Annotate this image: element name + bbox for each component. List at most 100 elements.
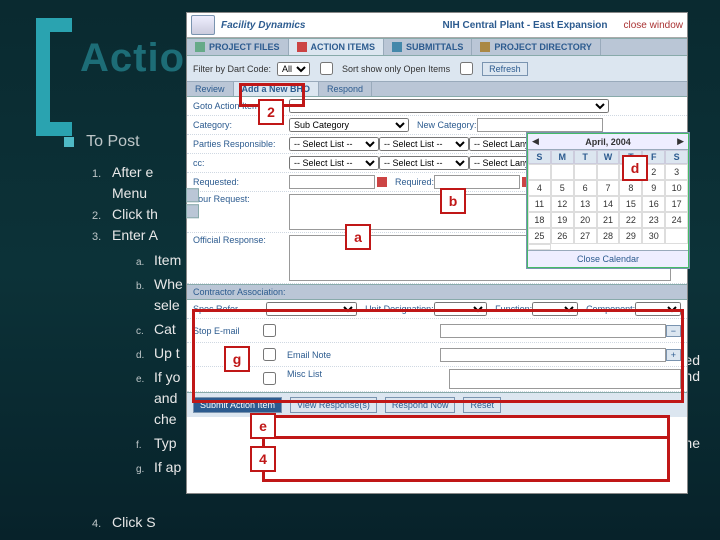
- bracket-left-icon: [36, 18, 72, 136]
- label-parties-responsible: Parties Responsible:: [193, 139, 289, 149]
- callout-2: 2: [258, 99, 284, 125]
- calendar-day-cell[interactable]: 8: [619, 180, 642, 196]
- folder-icon: [195, 42, 205, 52]
- calendar-day-cell: [528, 164, 551, 180]
- callout-4: 4: [250, 446, 276, 472]
- tab-action-items[interactable]: ACTION ITEMS: [289, 39, 385, 55]
- slide-stage: Action To Post 1.After e Menu 2.Click th…: [0, 0, 720, 540]
- refresh-button[interactable]: Refresh: [482, 62, 528, 76]
- calendar-day-cell[interactable]: 18: [528, 212, 551, 228]
- open-items-checkbox[interactable]: [320, 62, 333, 75]
- calendar-day-cell[interactable]: 4: [528, 180, 551, 196]
- calendar-day-cell[interactable]: 12: [551, 196, 574, 212]
- open-items-checkbox-2[interactable]: [460, 62, 473, 75]
- select-parties-1[interactable]: -- Select List --: [289, 137, 379, 151]
- label-requested: Requested:: [193, 177, 289, 187]
- select-parties-2[interactable]: -- Select List --: [379, 137, 469, 151]
- label-your-request: Your Request:: [193, 194, 289, 204]
- calendar-day-header: T: [574, 150, 597, 164]
- section-contractor-assoc: Contractor Association:: [193, 287, 286, 297]
- calendar-prev-icon[interactable]: ◀: [532, 136, 539, 147]
- project-title: NIH Central Plant - East Expansion: [442, 20, 607, 31]
- label-official-response: Official Response:: [193, 235, 289, 245]
- tab-project-files[interactable]: PROJECT FILES: [187, 39, 289, 55]
- calendar-day-cell[interactable]: 22: [619, 212, 642, 228]
- vertical-tab-1[interactable]: [186, 188, 199, 202]
- calendar-day-cell[interactable]: 24: [665, 212, 688, 228]
- filter-label: Filter by Dart Code:: [193, 64, 271, 74]
- calendar-day-cell[interactable]: 21: [597, 212, 620, 228]
- calendar-day-cell[interactable]: 25: [528, 228, 551, 244]
- calendar-day-header: M: [551, 150, 574, 164]
- brand-text: Facility Dynamics: [221, 20, 305, 31]
- calendar-day-header: W: [597, 150, 620, 164]
- callout-g: g: [224, 346, 250, 372]
- calendar-day-cell[interactable]: 9: [642, 180, 665, 196]
- input-requested-date[interactable]: [289, 175, 375, 189]
- flag-icon: [297, 42, 307, 52]
- calendar-next-icon[interactable]: ▶: [677, 136, 684, 147]
- vertical-tab-2[interactable]: [186, 204, 199, 218]
- calendar-popup: ◀ April, 2004 ▶ SMTWTFS12345678910111213…: [527, 133, 689, 268]
- vertical-tab-strip: [186, 188, 199, 220]
- date-clear-icon[interactable]: [377, 177, 387, 187]
- calendar-day-cell: [665, 228, 688, 244]
- calendar-day-cell[interactable]: 29: [619, 228, 642, 244]
- app-headerbar: Facility Dynamics NIH Central Plant - Ea…: [187, 13, 687, 38]
- highlight-emailnote-row: [262, 436, 670, 482]
- calendar-day-cell[interactable]: 19: [551, 212, 574, 228]
- calendar-day-cell[interactable]: 16: [642, 196, 665, 212]
- label-required: Required:: [395, 177, 434, 187]
- subtab-respond[interactable]: Respond: [319, 82, 372, 96]
- calendar-day-cell: [551, 164, 574, 180]
- calendar-day-cell[interactable]: 23: [642, 212, 665, 228]
- select-goto-action-item[interactable]: [289, 99, 609, 113]
- calendar-day-cell[interactable]: 14: [597, 196, 620, 212]
- calendar-close-link[interactable]: Close Calendar: [528, 250, 688, 267]
- people-icon: [480, 42, 490, 52]
- callout-a: a: [345, 224, 371, 250]
- callout-e: e: [250, 413, 276, 439]
- calendar-day-cell[interactable]: 3: [665, 164, 688, 180]
- filter-select[interactable]: All: [277, 62, 310, 76]
- calendar-day-cell[interactable]: 6: [574, 180, 597, 196]
- calendar-day-cell[interactable]: 7: [597, 180, 620, 196]
- label-cc: cc:: [193, 158, 289, 168]
- calendar-day-cell[interactable]: 10: [665, 180, 688, 196]
- calendar-day-cell[interactable]: 20: [574, 212, 597, 228]
- highlight-response-section: [192, 309, 684, 403]
- logo-icon: [191, 15, 215, 35]
- calendar-day-cell[interactable]: 26: [551, 228, 574, 244]
- callout-d: d: [622, 155, 648, 181]
- calendar-day-cell[interactable]: 28: [597, 228, 620, 244]
- calendar-day-header: S: [665, 150, 688, 164]
- open-items-label: Sort show only Open Items: [342, 64, 450, 74]
- label-new-category: New Category:: [417, 120, 477, 130]
- bullet-icon: [64, 137, 74, 147]
- calendar-day-cell: [574, 164, 597, 180]
- tab-project-directory[interactable]: PROJECT DIRECTORY: [472, 39, 601, 55]
- calendar-day-cell[interactable]: 13: [574, 196, 597, 212]
- calendar-day-cell[interactable]: 5: [551, 180, 574, 196]
- select-cc-1[interactable]: -- Select List --: [289, 156, 379, 170]
- select-cc-2[interactable]: -- Select List --: [379, 156, 469, 170]
- calendar-day-cell: [528, 244, 551, 250]
- doc-icon: [392, 42, 402, 52]
- tab-submittals[interactable]: SUBMITTALS: [384, 39, 472, 55]
- calendar-day-cell[interactable]: 30: [642, 228, 665, 244]
- main-tabs: PROJECT FILES ACTION ITEMS SUBMITTALS PR…: [187, 38, 687, 56]
- calendar-grid: SMTWTFS123456789101112131415161718192021…: [528, 150, 688, 250]
- close-window-link[interactable]: close window: [624, 20, 683, 31]
- filter-bar: Filter by Dart Code: All Sort show only …: [187, 56, 687, 82]
- calendar-day-cell[interactable]: 15: [619, 196, 642, 212]
- select-category[interactable]: Sub Category: [289, 118, 409, 132]
- subtab-review[interactable]: Review: [187, 82, 234, 96]
- calendar-day-header: S: [528, 150, 551, 164]
- calendar-day-cell[interactable]: 11: [528, 196, 551, 212]
- calendar-day-cell: [597, 164, 620, 180]
- input-new-category[interactable]: [477, 118, 603, 132]
- calendar-day-cell[interactable]: 27: [574, 228, 597, 244]
- calendar-day-cell[interactable]: 17: [665, 196, 688, 212]
- calendar-title: April, 2004: [585, 137, 631, 147]
- input-required-date[interactable]: [434, 175, 520, 189]
